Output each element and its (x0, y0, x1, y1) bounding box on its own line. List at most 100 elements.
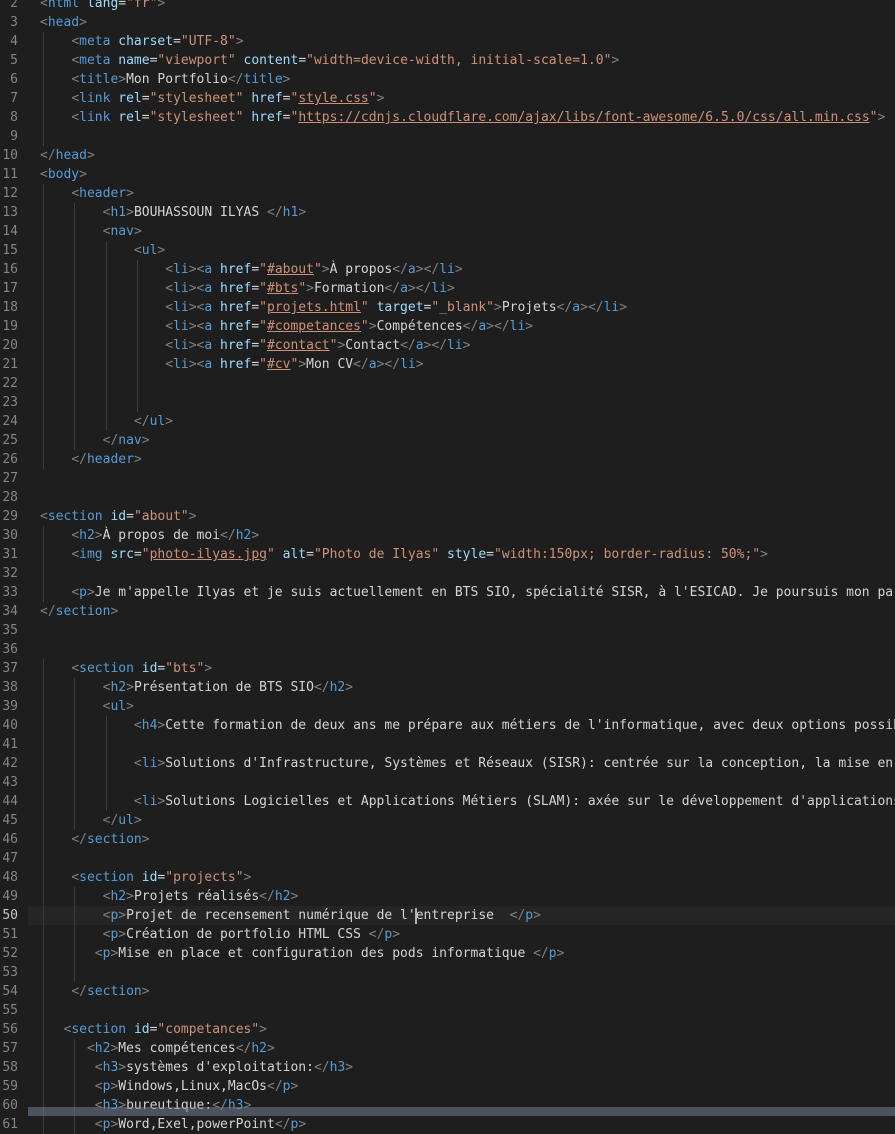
line-number[interactable]: 20 (0, 336, 28, 355)
line-number[interactable]: 57 (0, 1039, 28, 1058)
code-line[interactable]: </ul> (28, 412, 895, 431)
line-number[interactable]: 6 (0, 70, 28, 89)
code-line[interactable] (28, 735, 895, 754)
line-number[interactable]: 4 (0, 32, 28, 51)
code-line[interactable]: <h2>Projets réalisés</h2> (28, 887, 895, 906)
line-number[interactable]: 16 (0, 260, 28, 279)
code-line[interactable]: <li><a href="projets.html" target="_blan… (28, 298, 895, 317)
line-number[interactable]: 10 (0, 146, 28, 165)
code-line[interactable] (28, 127, 895, 146)
line-number[interactable]: 26 (0, 450, 28, 469)
code-line[interactable]: <li>Solutions d'Infrastructure, Systèmes… (28, 754, 895, 773)
code-line[interactable]: <p>Windows,Linux,MacOs</p> (28, 1077, 895, 1096)
code-line[interactable]: <h2>À propos de moi</h2> (28, 526, 895, 545)
code-line[interactable] (28, 393, 895, 412)
code-line[interactable] (28, 640, 895, 659)
line-number[interactable]: 19 (0, 317, 28, 336)
line-number[interactable]: 36 (0, 640, 28, 659)
code-line[interactable]: <p>Mise en place et configuration des po… (28, 944, 895, 963)
code-line[interactable]: <body> (28, 165, 895, 184)
code-line[interactable]: <p>Création de portfolio HTML CSS </p> (28, 925, 895, 944)
code-line[interactable]: <li><a href="#about">À propos</a></li> (28, 260, 895, 279)
code-line[interactable]: <link rel="stylesheet" href="style.css"> (28, 89, 895, 108)
code-line[interactable]: </head> (28, 146, 895, 165)
code-line[interactable]: <title>Mon Portfolio</title> (28, 70, 895, 89)
line-number[interactable]: 15 (0, 241, 28, 260)
line-number[interactable]: 31 (0, 545, 28, 564)
code-line[interactable]: <section id="projects"> (28, 868, 895, 887)
code-line[interactable]: <html lang="fr"> (28, 0, 895, 13)
line-number[interactable]: 55 (0, 1001, 28, 1020)
code-lines[interactable]: <html lang="fr"><head> <meta charset="UT… (28, 0, 895, 1134)
line-number[interactable]: 2 (0, 0, 28, 13)
code-line[interactable] (28, 374, 895, 393)
code-line[interactable]: <img src="photo-ilyas.jpg" alt="Photo de… (28, 545, 895, 564)
code-line[interactable]: <section id="bts"> (28, 659, 895, 678)
code-line[interactable]: <h2>Mes compétences</h2> (28, 1039, 895, 1058)
line-number[interactable]: 34 (0, 602, 28, 621)
line-number[interactable]: 61 (0, 1115, 28, 1134)
line-number[interactable]: 3 (0, 13, 28, 32)
code-line[interactable]: <li>Solutions Logicielles et Application… (28, 792, 895, 811)
line-number[interactable]: 32 (0, 564, 28, 583)
line-number[interactable]: 47 (0, 849, 28, 868)
horizontal-scrollbar[interactable] (28, 1107, 895, 1116)
code-line[interactable]: <h2>Présentation de BTS SIO</h2> (28, 678, 895, 697)
line-number[interactable]: 38 (0, 678, 28, 697)
code-line[interactable]: <header> (28, 184, 895, 203)
code-line[interactable]: <meta name="viewport" content="width=dev… (28, 51, 895, 70)
line-number[interactable]: 27 (0, 469, 28, 488)
line-number[interactable]: 8 (0, 108, 28, 127)
line-number[interactable]: 54 (0, 982, 28, 1001)
code-line[interactable]: <section id="about"> (28, 507, 895, 526)
line-number[interactable]: 22 (0, 374, 28, 393)
line-number[interactable]: 11 (0, 165, 28, 184)
code-line[interactable]: <h3>systèmes d'exploitation:</h3> (28, 1058, 895, 1077)
code-line[interactable] (28, 564, 895, 583)
line-number[interactable]: 40 (0, 716, 28, 735)
code-line[interactable] (28, 469, 895, 488)
line-number[interactable]: 33 (0, 583, 28, 602)
code-line[interactable]: <p>Word,Exel,powerPoint</p> (28, 1115, 895, 1134)
code-line[interactable]: </ul> (28, 811, 895, 830)
code-line[interactable]: </section> (28, 602, 895, 621)
line-number[interactable]: 43 (0, 773, 28, 792)
code-line[interactable]: <h1>BOUHASSOUN ILYAS </h1> (28, 203, 895, 222)
line-number[interactable]: 50 (0, 906, 28, 925)
line-number[interactable]: 18 (0, 298, 28, 317)
line-number[interactable]: 35 (0, 621, 28, 640)
line-number[interactable]: 56 (0, 1020, 28, 1039)
code-line[interactable] (28, 963, 895, 982)
line-number[interactable]: 51 (0, 925, 28, 944)
code-line[interactable]: <p>Je m'appelle Ilyas et je suis actuell… (28, 583, 895, 602)
line-number[interactable]: 24 (0, 412, 28, 431)
code-line[interactable]: </section> (28, 830, 895, 849)
line-number[interactable]: 41 (0, 735, 28, 754)
code-line[interactable]: </section> (28, 982, 895, 1001)
code-line[interactable] (28, 1001, 895, 1020)
line-number[interactable]: 48 (0, 868, 28, 887)
line-number[interactable]: 45 (0, 811, 28, 830)
line-number[interactable]: 46 (0, 830, 28, 849)
line-number[interactable]: 52 (0, 944, 28, 963)
line-number[interactable]: 53 (0, 963, 28, 982)
line-number[interactable]: 29 (0, 507, 28, 526)
code-line[interactable]: <head> (28, 13, 895, 32)
code-line[interactable]: <nav> (28, 222, 895, 241)
line-number[interactable]: 5 (0, 51, 28, 70)
code-line[interactable]: <ul> (28, 697, 895, 716)
line-number[interactable]: 30 (0, 526, 28, 545)
line-number[interactable]: 25 (0, 431, 28, 450)
code-line[interactable]: <meta charset="UTF-8"> (28, 32, 895, 51)
code-line[interactable]: <li><a href="#cv">Mon CV</a></li> (28, 355, 895, 374)
line-number[interactable]: 14 (0, 222, 28, 241)
line-number[interactable]: 17 (0, 279, 28, 298)
line-number[interactable]: 58 (0, 1058, 28, 1077)
line-number[interactable]: 44 (0, 792, 28, 811)
code-line[interactable]: </nav> (28, 431, 895, 450)
code-line[interactable]: <li><a href="#bts">Formation</a></li> (28, 279, 895, 298)
line-number[interactable]: 42 (0, 754, 28, 773)
line-number[interactable]: 12 (0, 184, 28, 203)
line-number[interactable]: 37 (0, 659, 28, 678)
code-line[interactable]: <li><a href="#contact">Contact</a></li> (28, 336, 895, 355)
